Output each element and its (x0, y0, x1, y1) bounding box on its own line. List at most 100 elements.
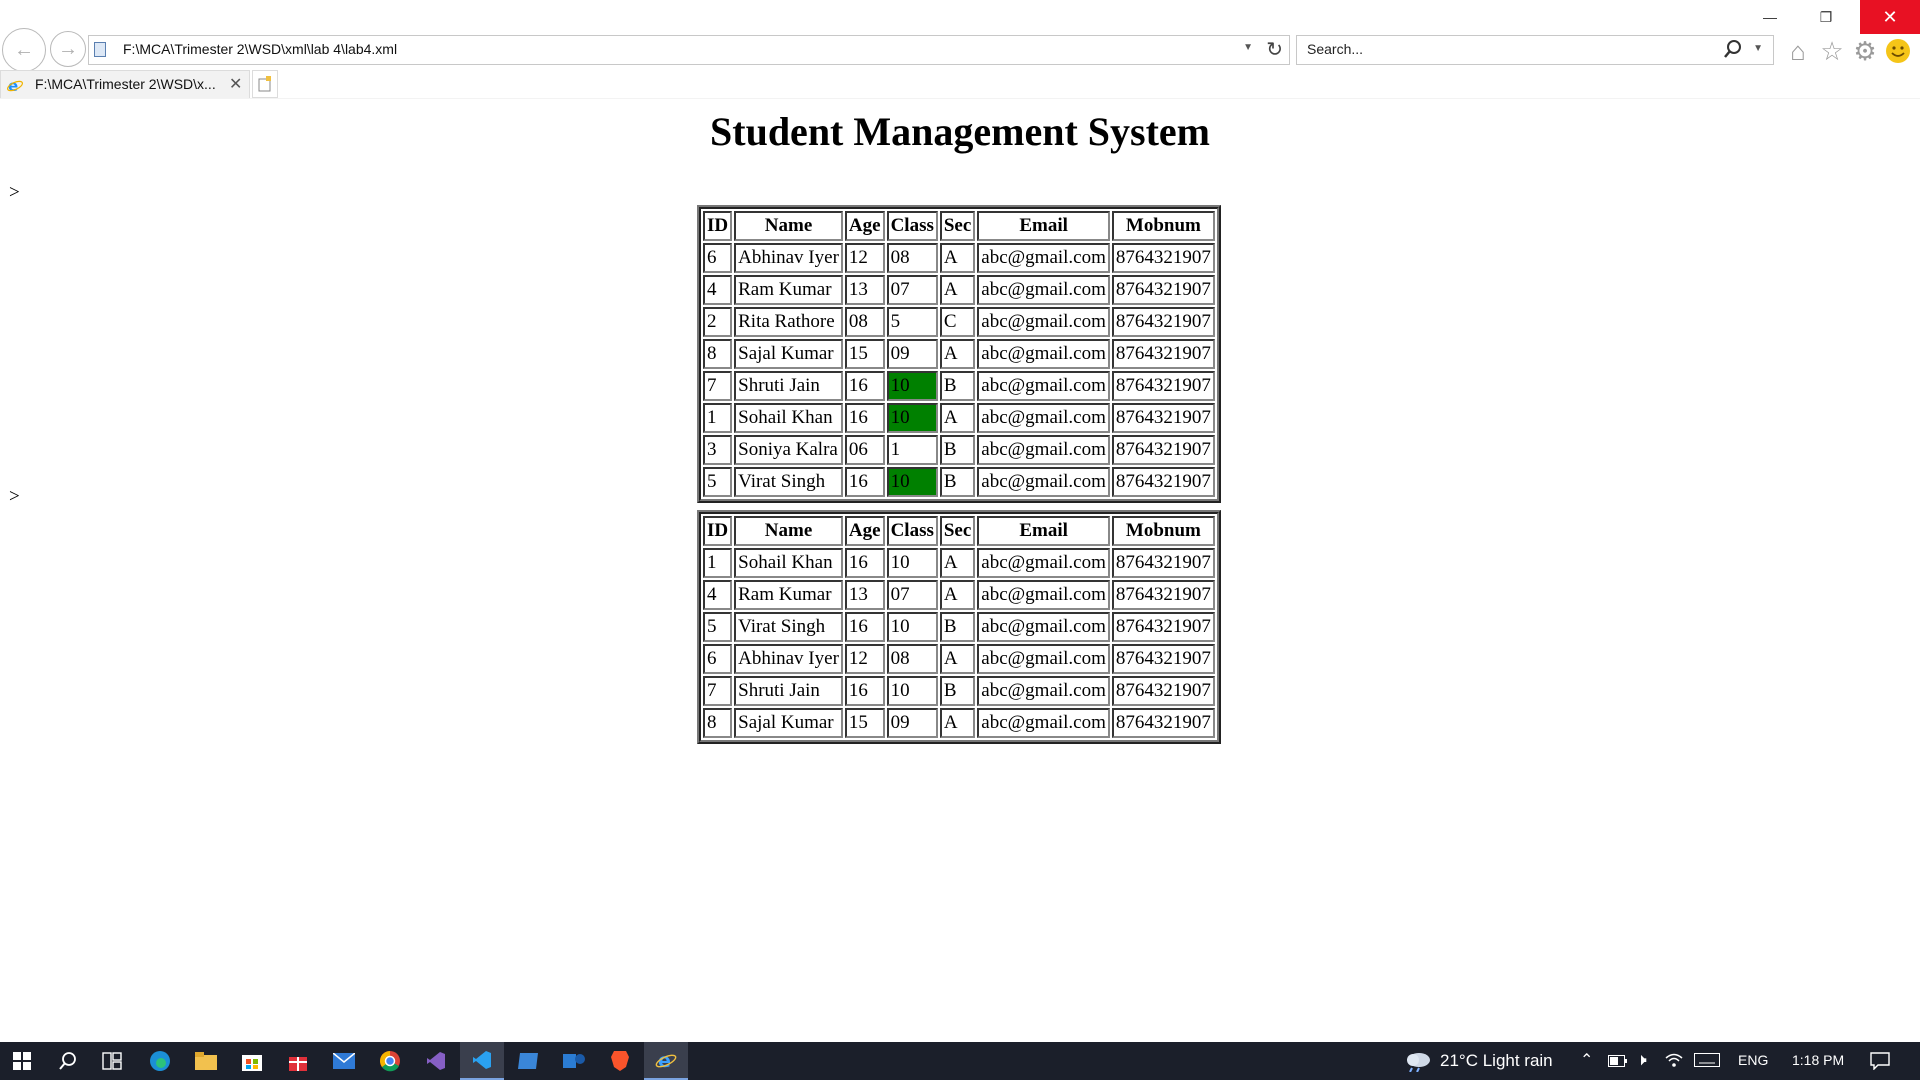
gear-icon[interactable]: ⚙ (1850, 36, 1880, 66)
cell-id: 4 (703, 275, 733, 305)
cell-sec: B (939, 467, 976, 497)
cell-age: 15 (844, 339, 885, 369)
students-table-sorted-by-id: ID Name Age Class Sec Email Mobnum 1 Soha… (697, 510, 1221, 744)
cell-class: 09 (886, 708, 938, 738)
cell-mob: 8764321907 (1111, 435, 1215, 465)
cell-email: abc@gmail.com (977, 612, 1110, 642)
cell-age: 13 (844, 275, 885, 305)
table-row: 5 Virat Singh 16 10 Babc@gmail.com 8764321907 (703, 467, 1215, 497)
cell-id: 1 (703, 548, 733, 578)
cell-class: 10 (886, 467, 938, 497)
brave-icon[interactable] (598, 1042, 642, 1080)
cell-name: Soniya Kalra (734, 435, 843, 465)
table-row: 2 Rita Rathore 08 5 Cabc@gmail.com 8764321907 (703, 307, 1215, 337)
cell-id: 6 (703, 644, 733, 674)
cell-mob: 8764321907 (1111, 243, 1215, 273)
volume-icon[interactable]: 🕨 (1636, 1050, 1647, 1070)
forward-button[interactable]: → (50, 31, 86, 67)
cell-name: Rita Rathore (734, 307, 843, 337)
table-row: 5 Virat Singh 16 10 Babc@gmail.com 8764321907 (703, 612, 1215, 642)
cell-name: Ram Kumar (734, 275, 843, 305)
column-header: Name (734, 211, 843, 241)
cell-id: 7 (703, 371, 733, 401)
edge-icon[interactable] (138, 1042, 182, 1080)
table-row: 6 Abhinav Iyer 12 08 Aabc@gmail.com 876432190… (703, 243, 1215, 273)
cell-mob: 8764321907 (1111, 612, 1215, 642)
cell-sec: A (939, 243, 976, 273)
weather-text[interactable]: 21°C Light rain (1440, 1051, 1553, 1071)
battery-icon[interactable] (1608, 1054, 1628, 1072)
clock[interactable]: 1:18 PM (1792, 1052, 1844, 1068)
close-window-button[interactable]: ✕ (1860, 0, 1920, 34)
refresh-icon[interactable]: ↻ (1266, 37, 1283, 62)
search-input[interactable] (1305, 40, 1709, 58)
cell-sec: A (939, 580, 976, 610)
cell-email: abc@gmail.com (977, 676, 1110, 706)
app-icon[interactable] (506, 1042, 550, 1080)
weather-icon[interactable] (1404, 1050, 1432, 1077)
windows-start-icon[interactable] (0, 1042, 44, 1080)
new-tab-icon (258, 76, 271, 92)
visual-studio-icon[interactable] (414, 1042, 458, 1080)
vscode-icon[interactable] (460, 1042, 504, 1080)
cell-sec: B (939, 371, 976, 401)
internet-explorer-icon[interactable]: e (644, 1042, 688, 1080)
teams-icon[interactable] (552, 1042, 596, 1080)
cell-email: abc@gmail.com (977, 548, 1110, 578)
column-header: Mobnum (1111, 516, 1215, 546)
forward-icon: → (58, 37, 78, 60)
table-row: 7 Shruti Jain 16 10 Babc@gmail.com 8764321907 (703, 371, 1215, 401)
store-icon[interactable] (230, 1042, 274, 1080)
cell-mob: 8764321907 (1111, 275, 1215, 305)
keyboard-icon[interactable] (1694, 1053, 1720, 1072)
dropdown-icon[interactable]: ▼ (1243, 42, 1253, 53)
tab-title: F:\MCA\Trimester 2\WSD\x... (35, 76, 216, 92)
table-row: 8 Sajal Kumar 15 09 Aabc@gmail.com 8764321907 (703, 339, 1215, 369)
back-icon: ← (14, 38, 34, 61)
cell-class: 10 (886, 371, 938, 401)
cell-age: 16 (844, 403, 885, 433)
cell-id: 3 (703, 435, 733, 465)
task-view-icon[interactable] (90, 1042, 134, 1080)
notification-icon[interactable] (1870, 1052, 1890, 1075)
cell-id: 8 (703, 708, 733, 738)
chevron-up-icon[interactable]: ⌃ (1580, 1050, 1593, 1070)
cell-sec: B (939, 435, 976, 465)
cell-class: 5 (886, 307, 938, 337)
cell-name: Sajal Kumar (734, 708, 843, 738)
cell-id: 5 (703, 467, 733, 497)
gift-icon[interactable] (276, 1042, 320, 1080)
smiley-icon[interactable] (1883, 36, 1913, 66)
cell-mob: 8764321907 (1111, 467, 1215, 497)
restore-button[interactable]: ❐ (1798, 0, 1854, 34)
home-icon[interactable]: ⌂ (1783, 36, 1813, 66)
cell-age: 08 (844, 307, 885, 337)
cell-age: 16 (844, 548, 885, 578)
minimize-button[interactable]: — (1742, 0, 1798, 34)
cell-email: abc@gmail.com (977, 708, 1110, 738)
cell-name: Sajal Kumar (734, 339, 843, 369)
search-box[interactable]: ▼ (1296, 35, 1774, 65)
cell-email: abc@gmail.com (977, 307, 1110, 337)
new-tab-button[interactable] (252, 70, 278, 98)
back-button[interactable]: ← (2, 28, 46, 72)
search-dropdown-icon[interactable]: ▼ (1753, 43, 1763, 54)
search-icon[interactable] (1723, 39, 1743, 64)
tab-active[interactable]: e F:\MCA\Trimester 2\WSD\x... ✕ (0, 70, 250, 98)
address-url[interactable]: F:\MCA\Trimester 2\WSD\xml\lab 4\lab4.xm… (123, 41, 397, 57)
cell-sec: B (939, 676, 976, 706)
search-icon[interactable] (46, 1042, 90, 1080)
cell-age: 12 (844, 243, 885, 273)
table-header-row: ID Name Age Class Sec Email Mobnum (703, 211, 1215, 241)
address-bar[interactable]: F:\MCA\Trimester 2\WSD\xml\lab 4\lab4.xm… (88, 35, 1290, 65)
students-table-sorted-by-name: ID Name Age Class Sec Email Mobnum 6 Abhi… (697, 205, 1221, 503)
mail-icon[interactable] (322, 1042, 366, 1080)
column-header: Sec (939, 516, 976, 546)
column-header: Mobnum (1111, 211, 1215, 241)
file-explorer-icon[interactable] (184, 1042, 228, 1080)
star-icon[interactable]: ☆ (1817, 36, 1847, 66)
language-indicator[interactable]: ENG (1738, 1052, 1768, 1068)
wifi-icon[interactable] (1664, 1052, 1684, 1073)
chrome-icon[interactable] (368, 1042, 412, 1080)
close-icon[interactable]: ✕ (229, 74, 242, 94)
